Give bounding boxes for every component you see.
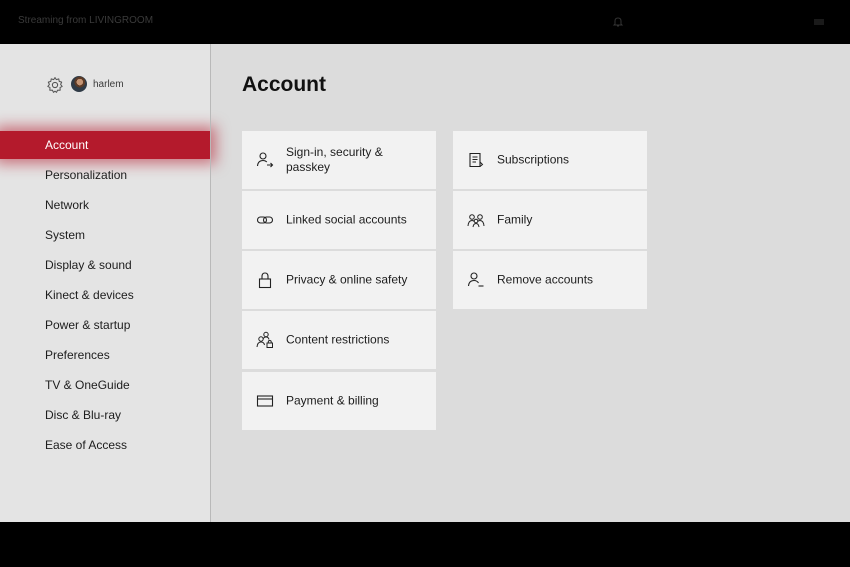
- sidebar-item-label: Preferences: [45, 348, 110, 362]
- sidebar-item-label: Kinect & devices: [45, 288, 134, 302]
- tile-label: Sign-in, security & passkey: [286, 145, 383, 174]
- avatar[interactable]: [71, 76, 87, 92]
- tile-content-restrictions[interactable]: Content restrictions: [242, 311, 436, 369]
- sidebar-item-personalization[interactable]: Personalization: [0, 160, 210, 190]
- sidebar: harlem Account Personalization Network S…: [0, 44, 211, 522]
- tile-label: Subscriptions: [497, 152, 570, 167]
- sidebar-divider: [210, 44, 211, 522]
- sidebar-item-label: Account: [45, 138, 89, 152]
- sidebar-item-tv-oneguide[interactable]: TV & OneGuide: [0, 370, 210, 400]
- tile-label: Privacy & online safety: [286, 272, 408, 287]
- credit-card-icon: [256, 395, 274, 407]
- tile-subscriptions[interactable]: Subscriptions: [453, 131, 647, 189]
- sidebar-item-power-startup[interactable]: Power & startup: [0, 310, 210, 340]
- gear-icon[interactable]: [46, 76, 64, 94]
- tile-sign-in-security[interactable]: Sign-in, security & passkey: [242, 131, 436, 189]
- person-remove-icon: [467, 272, 484, 287]
- subscriptions-icon: [469, 152, 484, 168]
- settings-screen: harlem Account Personalization Network S…: [0, 44, 850, 522]
- sidebar-item-display-sound[interactable]: Display & sound: [0, 250, 210, 280]
- profile[interactable]: harlem: [46, 75, 196, 97]
- sidebar-item-label: Display & sound: [45, 258, 132, 272]
- username: harlem: [93, 79, 124, 90]
- sidebar-item-disc-bluray[interactable]: Disc & Blu-ray: [0, 400, 210, 430]
- bottom-bar: [0, 522, 850, 567]
- sidebar-item-ease-of-access[interactable]: Ease of Access: [0, 430, 210, 460]
- tile-linked-social-accounts[interactable]: Linked social accounts: [242, 191, 436, 249]
- sidebar-item-label: Power & startup: [45, 318, 131, 332]
- tile-family[interactable]: Family: [453, 191, 647, 249]
- sidebar-item-label: Personalization: [45, 168, 128, 182]
- sidebar-item-preferences[interactable]: Preferences: [0, 340, 210, 370]
- sidebar-item-label: Ease of Access: [45, 438, 128, 452]
- lock-icon: [258, 272, 272, 289]
- person-arrow-icon: [256, 152, 274, 168]
- top-bar: Streaming from LIVINGROOM: [0, 0, 850, 44]
- tile-label: Payment & billing: [286, 393, 379, 408]
- tile-privacy-online-safety[interactable]: Privacy & online safety: [242, 251, 436, 309]
- sidebar-item-label: TV & OneGuide: [45, 378, 130, 392]
- sidebar-item-label: Disc & Blu-ray: [45, 408, 122, 422]
- tile-payment-billing[interactable]: Payment & billing: [242, 372, 436, 430]
- tile-label: Linked social accounts: [286, 212, 407, 227]
- sidebar-nav: Account Personalization Network System D…: [0, 130, 211, 460]
- menu-icon[interactable]: [814, 19, 824, 25]
- streaming-status: Streaming from LIVINGROOM: [18, 15, 154, 26]
- link-icon: [256, 216, 274, 224]
- tile-remove-accounts[interactable]: Remove accounts: [453, 251, 647, 309]
- sidebar-item-label: Network: [45, 198, 90, 212]
- sidebar-item-kinect-devices[interactable]: Kinect & devices: [0, 280, 210, 310]
- family-icon: [467, 214, 485, 228]
- tile-label: Content restrictions: [286, 332, 390, 347]
- sidebar-item-network[interactable]: Network: [0, 190, 210, 220]
- sidebar-item-label: System: [45, 228, 86, 242]
- sidebar-item-system[interactable]: System: [0, 220, 210, 250]
- bell-icon[interactable]: [612, 16, 624, 28]
- tile-label: Remove accounts: [497, 272, 594, 287]
- page-title: Account: [242, 73, 326, 96]
- sidebar-item-account[interactable]: Account: [0, 130, 211, 160]
- tile-label: Family: [497, 212, 533, 227]
- people-lock-icon: [256, 331, 273, 348]
